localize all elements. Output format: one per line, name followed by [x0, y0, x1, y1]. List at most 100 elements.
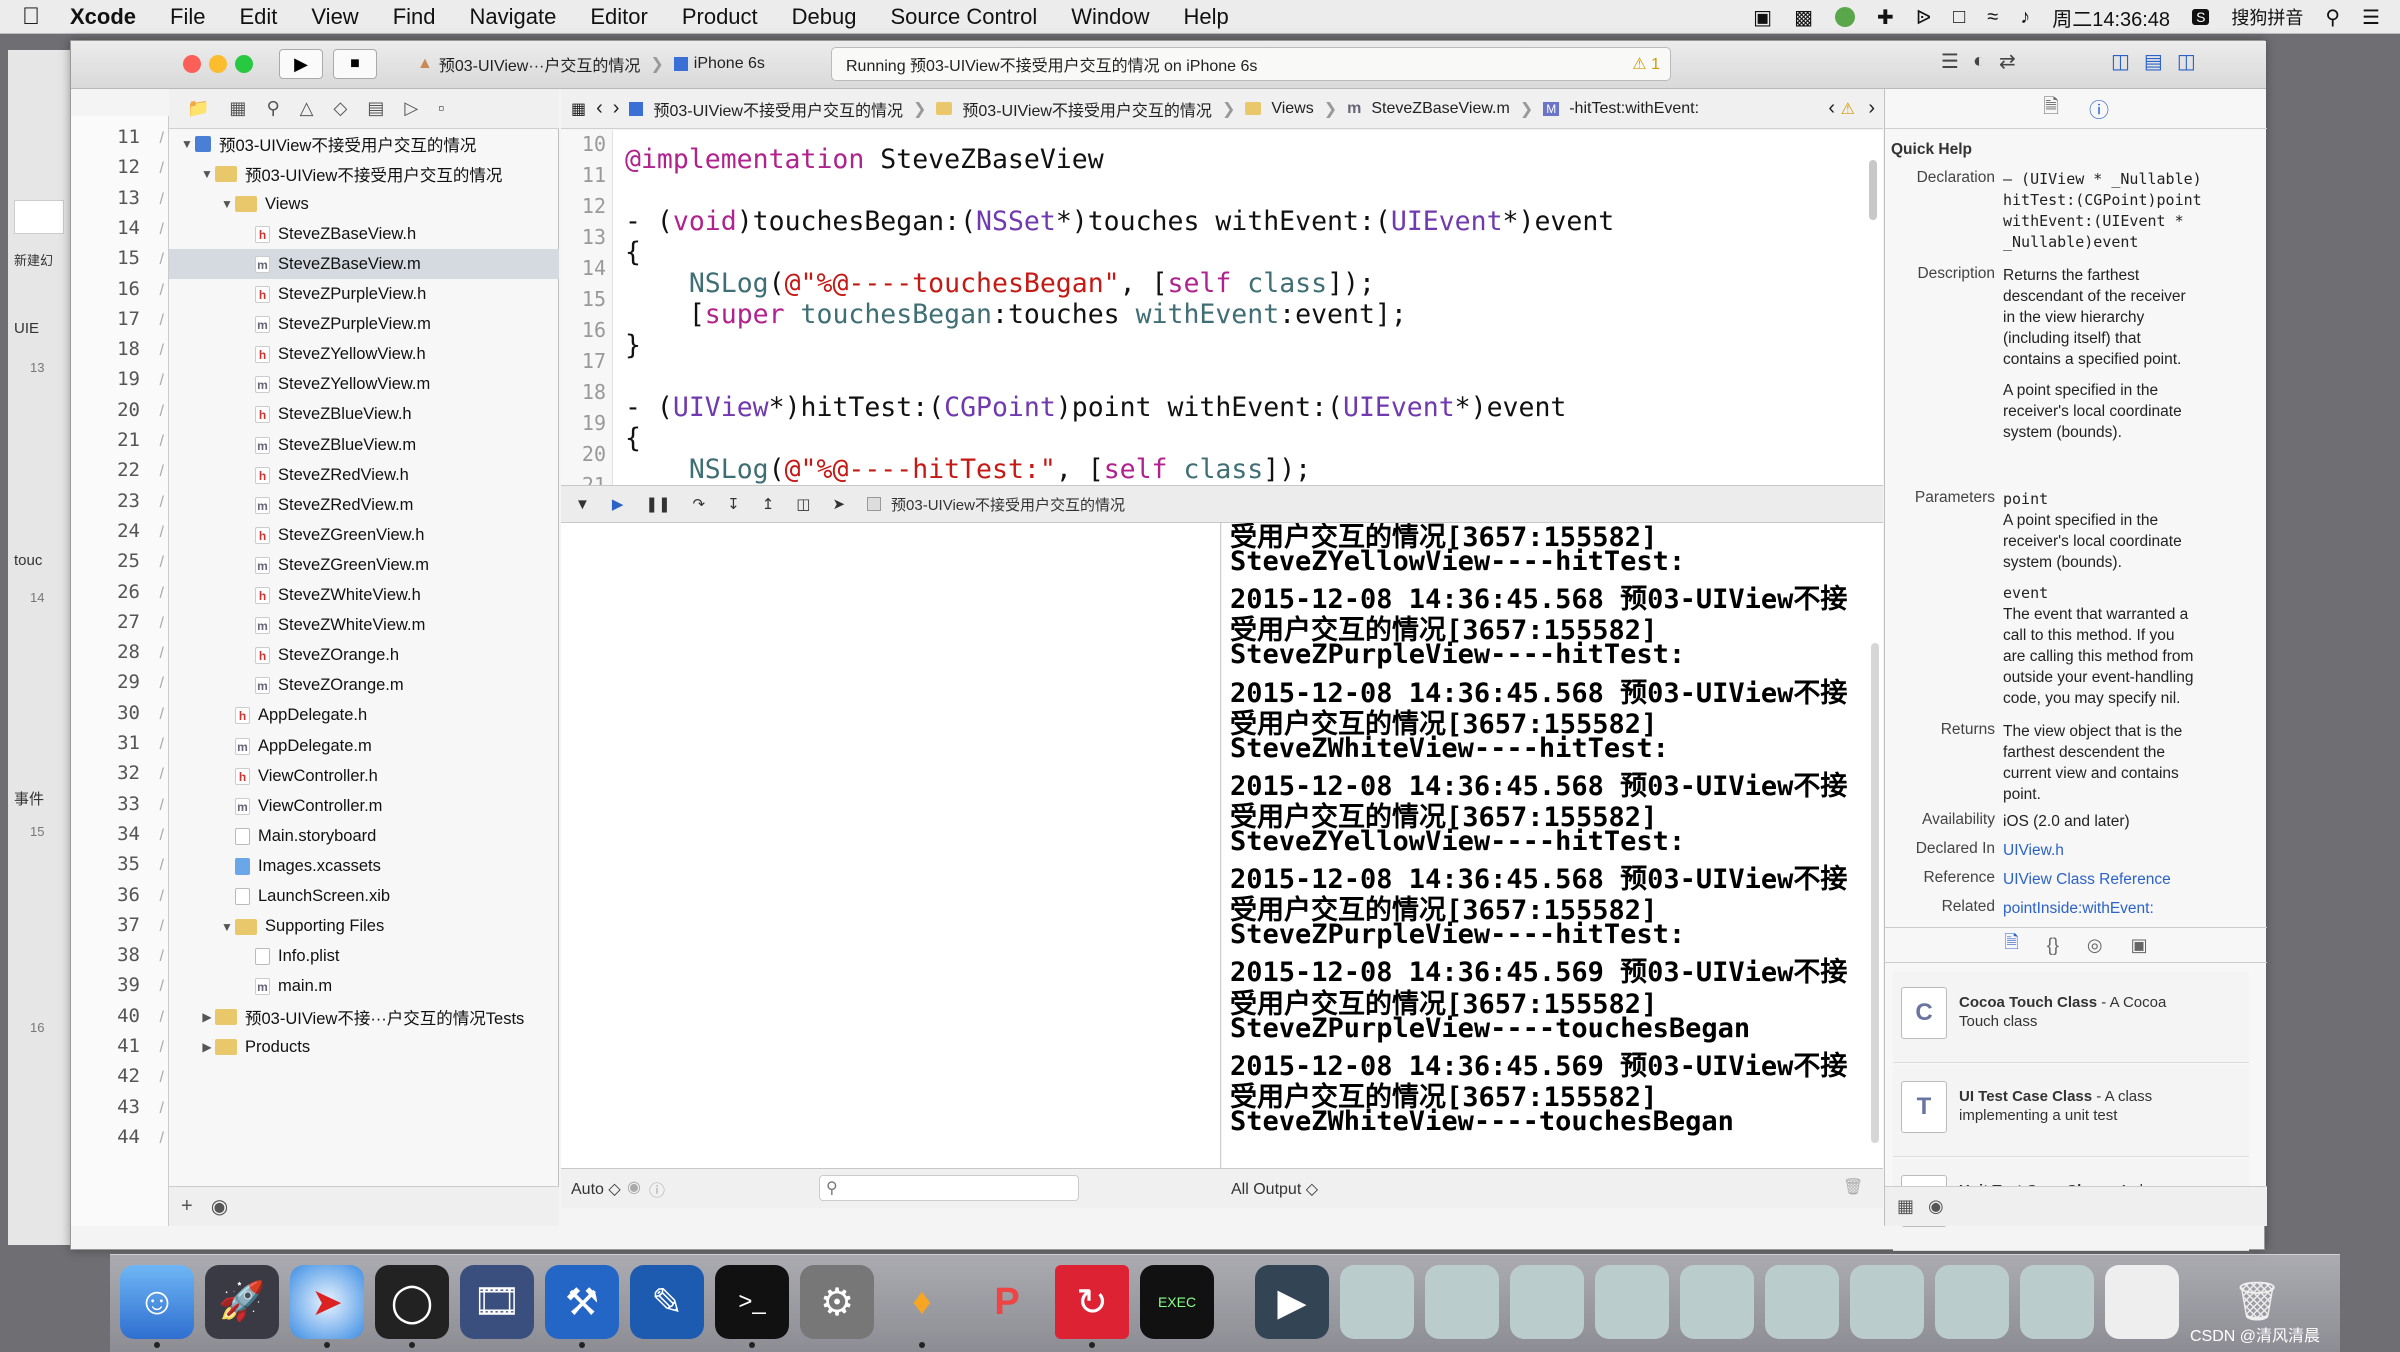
nav-item[interactable]: ▼ 预03-UIView不接受用户交互的情况 — [169, 159, 559, 189]
xcode-icon[interactable]: ⚒ — [545, 1265, 619, 1339]
spotlight-icon[interactable]: ⚲ — [2325, 5, 2340, 30]
next-issue-icon[interactable]: › — [1868, 97, 1875, 120]
run-button[interactable]: ▶ — [279, 49, 323, 79]
nav-item[interactable]: ▼ Supporting Files — [169, 912, 559, 942]
status-icon-2[interactable]: ▩ — [1794, 5, 1813, 30]
assistant-editor-icon[interactable]: ◐ — [1973, 50, 1985, 73]
related-items-icon[interactable]: ▦ — [571, 99, 586, 119]
nav-item[interactable]: h SteveZBlueView.h — [169, 400, 559, 430]
scheme-selector[interactable]: ▲ 预03-UIView···户交互的情况 ❯ iPhone 6s — [417, 49, 765, 79]
window-thumb-5[interactable] — [1680, 1265, 1754, 1339]
file-template-library-icon[interactable]: 🗎 — [2004, 930, 2018, 960]
disclosure-triangle-icon[interactable]: ▶ — [199, 1010, 215, 1024]
terminal-icon[interactable]: >_ — [715, 1265, 789, 1339]
pause-icon[interactable]: ❚❚ — [645, 495, 670, 513]
disclosure-triangle-icon[interactable]: ▼ — [179, 137, 195, 151]
jump-item-file[interactable]: SteveZBaseView.m — [1371, 100, 1509, 118]
menu-app-xcode[interactable]: Xcode — [70, 4, 136, 30]
breakpoint-navigator-icon[interactable]: ▷ — [404, 98, 418, 119]
disclosure-triangle-icon[interactable]: ▼ — [199, 167, 215, 181]
nav-item[interactable]: m AppDelegate.m — [169, 731, 559, 761]
symbol-navigator-icon[interactable]: ▦ — [229, 98, 246, 119]
nav-item[interactable]: Main.storyboard — [169, 821, 559, 851]
step-into-icon[interactable]: ↧ — [727, 495, 740, 513]
nav-item[interactable]: Images.xcassets — [169, 851, 559, 881]
window-thumb-6[interactable] — [1765, 1265, 1839, 1339]
jump-item-project[interactable]: 预03-UIView不接受用户交互的情况 — [653, 97, 903, 121]
sketch-icon[interactable]: ♦ — [885, 1265, 959, 1339]
nav-item[interactable]: h SteveZWhiteView.h — [169, 581, 559, 611]
nav-item[interactable]: ▼ 预03-UIView不接受用户交互的情况 — [169, 129, 559, 159]
object-library-icon[interactable]: ◎ — [2087, 935, 2103, 956]
window-thumb-7[interactable] — [1850, 1265, 1924, 1339]
menu-editor[interactable]: Editor — [590, 4, 647, 30]
photo-app-icon[interactable]: 🎞 — [460, 1265, 534, 1339]
add-file-icon[interactable]: + — [181, 1195, 193, 1218]
nav-item[interactable]: h SteveZGreenView.h — [169, 520, 559, 550]
console-scrollbar[interactable] — [1871, 643, 1879, 1143]
variables-scope-select[interactable]: Auto ◇ — [571, 1179, 621, 1199]
version-editor-icon[interactable]: ⇄ — [1999, 49, 2016, 74]
file-inspector-icon[interactable]: 🗎 — [2043, 92, 2059, 126]
wifi-icon[interactable]: ≈ — [1987, 6, 1998, 29]
menu-source-control[interactable]: Source Control — [891, 4, 1038, 30]
stop-button[interactable]: ■ — [333, 49, 377, 79]
instruments-icon[interactable]: ✎ — [630, 1265, 704, 1339]
minimize-button[interactable] — [209, 55, 227, 73]
safari-icon[interactable]: ➤ — [290, 1265, 364, 1339]
debug-navigator-icon[interactable]: ▤ — [367, 98, 384, 119]
quick-help-icon[interactable]: ⓘ — [2089, 94, 2109, 123]
window-thumb-2[interactable] — [1425, 1265, 1499, 1339]
console-output[interactable]: 受用户交互的情况[3657:155582] SteveZYellowView---… — [1222, 523, 1883, 1168]
clock[interactable]: 周二14:36:48 — [2052, 3, 2170, 32]
window-thumb-9[interactable] — [2020, 1265, 2094, 1339]
location-icon[interactable]: ➤ — [832, 495, 845, 513]
nav-item[interactable]: ▶ Products — [169, 1032, 559, 1062]
volume-icon[interactable]: ♪ — [2020, 6, 2030, 29]
window-thumb-1[interactable] — [1340, 1265, 1414, 1339]
status-icon-4[interactable]: ✚ — [1877, 5, 1894, 30]
back-icon[interactable]: ‹ — [596, 97, 603, 120]
library-filter-icon[interactable]: ◉ — [1928, 1196, 1944, 1217]
project-navigator-icon[interactable]: 📁 — [187, 98, 209, 119]
menu-navigate[interactable]: Navigate — [470, 4, 557, 30]
window-thumb-10[interactable] — [2105, 1265, 2179, 1339]
declared-in-link[interactable]: UIView.h — [2003, 840, 2258, 861]
step-out-icon[interactable]: ↥ — [762, 495, 775, 513]
file-template-item[interactable]: C Cocoa Touch Class - A Cocoa Touch class — [1893, 971, 2249, 1063]
warning-icon[interactable]: ⚠ — [1841, 99, 1855, 119]
editor-scrollbar[interactable] — [1869, 160, 1877, 220]
forward-icon[interactable]: › — [613, 97, 620, 120]
status-icon-1[interactable]: ▣ — [1753, 5, 1772, 30]
input-method-icon[interactable]: S — [2192, 9, 2210, 25]
trash-icon[interactable]: 🗑 — [1843, 1177, 1863, 1197]
nav-item[interactable]: ▶ 预03-UIView不接···户交互的情况Tests — [169, 1002, 559, 1032]
related-link[interactable]: pointInside:withEvent: — [2003, 898, 2258, 919]
nav-item[interactable]: h ViewController.h — [169, 761, 559, 791]
issue-navigator-icon[interactable]: △ — [300, 98, 314, 119]
quicktime-icon[interactable]: ▶ — [1255, 1265, 1329, 1339]
grid-view-icon[interactable]: ▦ — [1897, 1196, 1914, 1217]
find-navigator-icon[interactable]: ⚲ — [266, 98, 279, 119]
menu-product[interactable]: Product — [682, 4, 758, 30]
lock-icon[interactable]: □ — [1953, 6, 1965, 29]
nav-item[interactable]: h SteveZPurpleView.h — [169, 280, 559, 310]
nav-item[interactable]: m SteveZOrange.m — [169, 671, 559, 701]
source-editor[interactable]: 10 11 12 13 14 15 16 17 18 19 20 21 @implementation… — [561, 130, 1883, 485]
disclosure-triangle-icon[interactable]: ▼ — [219, 920, 235, 934]
nav-item[interactable]: m SteveZBlueView.m — [169, 430, 559, 460]
nav-item[interactable]: m SteveZBaseView.m — [169, 249, 559, 280]
bluetooth-icon[interactable]: ᐉ — [1916, 5, 1931, 30]
zoom-button[interactable] — [235, 55, 253, 73]
nav-item[interactable]: m SteveZRedView.m — [169, 490, 559, 520]
report-navigator-icon[interactable]: ▫ — [438, 98, 444, 119]
system-preferences-icon[interactable]: ⚙ — [800, 1265, 874, 1339]
menu-find[interactable]: Find — [393, 4, 436, 30]
notification-center-icon[interactable]: ☰ — [2362, 5, 2380, 30]
nav-item[interactable]: LaunchScreen.xib — [169, 882, 559, 912]
reference-link[interactable]: UIView Class Reference — [2003, 869, 2258, 890]
nav-item[interactable]: Info.plist — [169, 942, 559, 972]
toggle-utilities-icon[interactable]: ◫ — [2177, 49, 2196, 74]
variables-filter-field[interactable]: ⚲ — [819, 1175, 1079, 1201]
input-method-label[interactable]: 搜狗拼音 — [2231, 4, 2303, 30]
